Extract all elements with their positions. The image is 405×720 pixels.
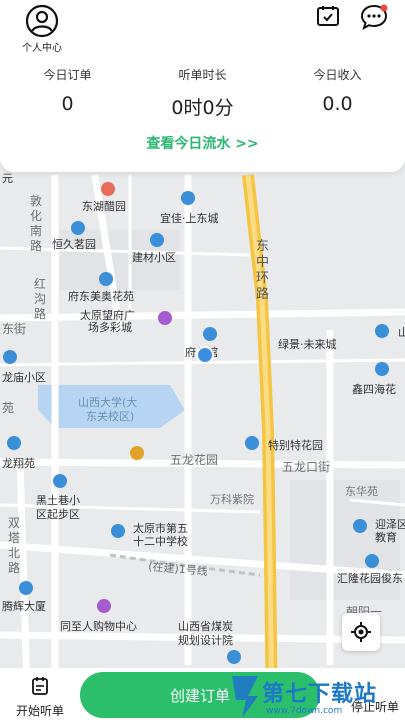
road-label-shuangta: 双塔北路 [8, 516, 20, 575]
svg-text:宜佳·上东城: 宜佳·上东城 [160, 211, 219, 225]
road-label-wulongkou: 五龙口街 [282, 460, 330, 474]
start-listening-label: 开始听单 [15, 704, 64, 718]
svg-text:腾辉大厦: 腾辉大厦 [2, 599, 46, 613]
svg-text:苑: 苑 [2, 401, 14, 415]
svg-text:教育: 教育 [375, 530, 397, 544]
svg-text:汇隆花园俊东: 汇隆花园俊东 [337, 571, 403, 585]
road-label-honggou: 红沟路 [34, 276, 46, 321]
user-icon [25, 4, 59, 38]
svg-text:元: 元 [2, 172, 13, 185]
road-label-dongjie: 东街 [2, 322, 26, 336]
watermark-url: www.7down.com [266, 706, 343, 716]
svg-text:太原望府广: 太原望府广 [80, 308, 135, 322]
svg-text:府东美奥花苑: 府东美奥花苑 [68, 289, 134, 303]
view-flow-link[interactable]: 查看今日流水 >> [0, 133, 405, 153]
message-button[interactable] [360, 4, 388, 34]
svg-text:鑫四海花: 鑫四海花 [352, 382, 396, 396]
svg-text:山西大学(大: 山西大学(大 [78, 395, 137, 409]
locate-button[interactable] [342, 613, 380, 651]
svg-text:特别特花园: 特别特花园 [268, 438, 323, 452]
stat-label: 今日收入 [313, 68, 362, 82]
stat-label: 今日订单 [43, 68, 92, 82]
svg-text:场多彩城: 场多彩城 [88, 320, 132, 334]
road-label-dongzhonghuan: 东中环路 [256, 239, 269, 302]
svg-text:绿景·未来城: 绿景·未来城 [278, 337, 337, 351]
svg-text:太原市第五: 太原市第五 [133, 521, 188, 535]
svg-text:建材小区: 建材小区 [132, 250, 176, 264]
svg-text:万科紫院: 万科紫院 [210, 492, 254, 506]
calendar-button[interactable] [316, 4, 340, 32]
svg-text:山西省煤炭: 山西省煤炭 [178, 620, 233, 633]
chat-bubble-icon [360, 4, 388, 31]
stat-orders: 今日订单 0 [0, 66, 135, 120]
calendar-check-icon [317, 6, 339, 26]
road-label-wulong: 五龙花园 [170, 452, 218, 467]
stats-header: 个人中心 今日订单 0 听单时长 0时0分 今日收入 0.0 查看今日流水 >> [0, 0, 405, 172]
stats-row: 今日订单 0 听单时长 0时0分 今日收入 0.0 [0, 66, 405, 120]
stat-value: 0 [61, 93, 74, 115]
svg-text:龙翔苑: 龙翔苑 [2, 456, 35, 470]
svg-text:规划设计院: 规划设计院 [178, 633, 233, 647]
svg-text:恒久茗园: 恒久茗园 [52, 238, 96, 251]
crosshair-icon [351, 622, 371, 642]
svg-text:十二中学校: 十二中学校 [133, 534, 188, 548]
clipboard-icon [32, 677, 48, 695]
svg-text:迎泽区: 迎泽区 [375, 518, 405, 531]
svg-text:区起步区: 区起步区 [36, 508, 80, 521]
watermark-text: 第七下载站 [262, 682, 378, 707]
svg-text:东湖醋园: 东湖醋园 [82, 199, 126, 213]
stat-listen-time: 听单时长 0时0分 [135, 66, 270, 120]
svg-text:东关校区): 东关校区) [86, 409, 134, 423]
svg-text:龙庙小区: 龙庙小区 [2, 370, 46, 384]
stat-income: 今日收入 0.0 [270, 66, 405, 120]
start-listening-button[interactable]: 开始听单 [8, 676, 72, 719]
profile-label: 个人中心 [22, 43, 62, 54]
profile-button[interactable]: 个人中心 [12, 4, 72, 54]
stat-label: 听单时长 [178, 68, 227, 82]
svg-text:黑土巷小: 黑土巷小 [36, 494, 80, 507]
stat-value: 0.0 [322, 93, 353, 115]
svg-text:山: 山 [398, 326, 405, 339]
svg-text:同至人购物中心: 同至人购物中心 [60, 619, 137, 633]
stat-value: 0时0分 [171, 97, 234, 119]
svg-text:东华苑: 东华苑 [345, 484, 378, 498]
